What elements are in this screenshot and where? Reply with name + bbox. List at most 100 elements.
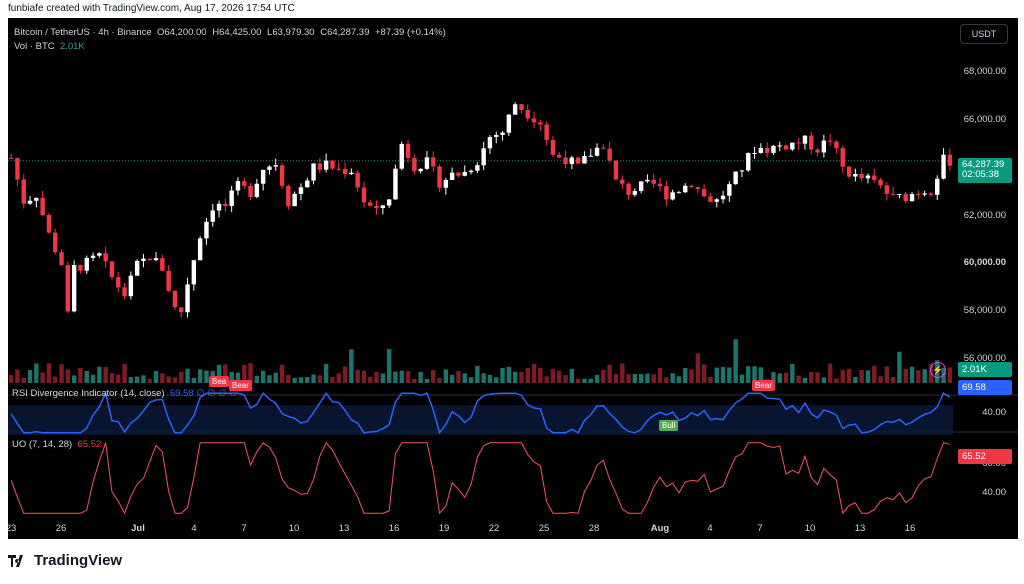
candle-body (34, 197, 39, 201)
volume-bar (468, 377, 474, 383)
volume-bar (462, 373, 467, 383)
volume-bar (594, 374, 600, 383)
time-axis-label: 25 (538, 523, 550, 534)
volume-bar (727, 367, 732, 383)
time-axis-label: 10 (288, 523, 300, 534)
lightning-alert-icon[interactable]: ⚡ (930, 362, 946, 378)
volume-bar (746, 366, 751, 383)
candle-body (449, 172, 455, 180)
candle-body (431, 157, 436, 167)
candle-body (424, 157, 430, 169)
volume-bar (323, 363, 329, 383)
volume-bar (695, 353, 701, 383)
volume-bar (827, 363, 833, 383)
candle-body (928, 193, 934, 195)
time-axis-label: 13 (338, 523, 350, 534)
volume-bar (374, 371, 379, 383)
candle-body (941, 154, 946, 179)
volume-bar (922, 369, 927, 383)
candle-body (21, 179, 26, 204)
time-axis-label: 26 (55, 523, 67, 534)
volume-bar (405, 371, 411, 383)
volume-bar (777, 373, 782, 383)
candle-body (267, 166, 272, 170)
currency-button[interactable]: USDT (960, 24, 1008, 44)
candle-body (166, 270, 171, 291)
price-scale-label: 62,000.00 (963, 209, 1006, 221)
volume-bar (65, 369, 71, 383)
candle-body (802, 135, 808, 144)
candle-body (374, 205, 379, 209)
volume-bar (538, 367, 543, 383)
candle-body (758, 148, 764, 154)
candle-body (380, 205, 386, 209)
candle-body (305, 180, 310, 188)
volume-bar (147, 378, 152, 383)
close-value: 64,287.39 (327, 27, 370, 38)
rsi-label[interactable]: RSI Divergence Indicator (14, close) (12, 388, 165, 399)
volume-bar (638, 373, 644, 383)
uo-line (10, 441, 950, 515)
volume-bar (53, 376, 58, 383)
candle-body (191, 260, 197, 285)
candle-body (676, 192, 682, 194)
volume-bar (689, 369, 694, 383)
volume-bar (311, 374, 316, 383)
candle-body (71, 265, 77, 312)
candle-body (601, 147, 606, 149)
volume-bar (815, 372, 820, 383)
candle-body (607, 148, 612, 161)
change-value: +87.39 (+0.14%) (375, 27, 446, 38)
chart-canvas[interactable] (8, 18, 1018, 539)
candle-body (519, 104, 524, 110)
volume-bar (197, 369, 203, 383)
candle-body (90, 255, 96, 258)
candle-body (771, 145, 776, 153)
uo-axis-lower: 40.00 (982, 487, 1006, 498)
candle-body (443, 179, 449, 188)
price-scale-label: 68,000.00 (963, 65, 1006, 77)
candle-body (59, 252, 64, 266)
volume-bar (336, 373, 341, 383)
volume-bar (40, 372, 45, 383)
candle-body (708, 196, 713, 202)
volume-bar (613, 373, 619, 383)
open-value: 64,200.00 (164, 27, 207, 38)
candle-body (462, 172, 467, 176)
volume-bar (500, 367, 505, 383)
volume-bar (21, 377, 26, 383)
uo-label[interactable]: UO (7, 14, 28) (12, 439, 72, 450)
volume-label[interactable]: Vol · BTC (14, 41, 55, 52)
price-scale-label: 66,000.00 (963, 113, 1006, 125)
candle-body (134, 261, 140, 276)
candle-body (481, 148, 486, 166)
uo-tag: 65.52 (958, 449, 1012, 464)
volume-bar (71, 375, 77, 383)
candle-body (727, 184, 732, 196)
volume-bar (645, 373, 650, 383)
volume-bar (160, 373, 165, 383)
volume-bar (116, 374, 121, 383)
candle-body (229, 190, 234, 206)
symbol-name[interactable]: Bitcoin / TetherUS · 4h · Binance (14, 27, 152, 38)
chart-frame[interactable]: Bitcoin / TetherUS · 4h · Binance O64,20… (8, 18, 1018, 539)
candle-body (27, 200, 33, 204)
volume-bar (720, 366, 726, 383)
volume-bar (563, 375, 568, 383)
bear-signal-hidden: Bea (209, 376, 230, 387)
candle-body (651, 179, 656, 184)
volume-bar (8, 375, 14, 383)
volume-bar (90, 374, 96, 383)
high-value: 64,425.00 (219, 27, 262, 38)
candle-body (500, 132, 505, 135)
volume-bar (588, 378, 593, 383)
time-axis-label: 19 (438, 523, 450, 534)
volume-bar (519, 371, 524, 383)
volume-bar (708, 377, 713, 383)
candle-body (670, 192, 675, 200)
candle-body (783, 145, 789, 150)
candle-body (840, 148, 845, 167)
volume-bar (449, 375, 455, 383)
volume-bar (456, 371, 461, 383)
candle-body (897, 194, 902, 196)
